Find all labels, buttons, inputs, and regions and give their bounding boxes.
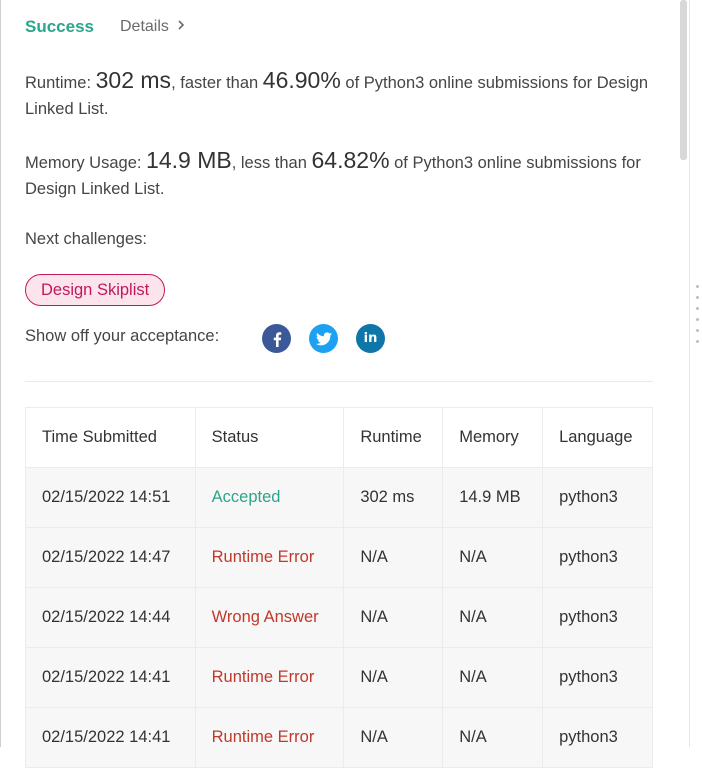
memory-cell: 14.9 MB [442,467,544,528]
memory-cell: N/A [442,647,544,708]
table-row: 02/15/2022 14:41 Runtime Error N/A N/A p… [25,647,653,708]
runtime-cell: N/A [343,527,444,588]
memory-mid-text: , less than [231,154,307,172]
time-cell: 02/15/2022 14:47 [25,527,196,588]
runtime-mid-text: , faster than [171,74,259,92]
runtime-label: Runtime: [25,74,92,92]
runtime-cell: N/A [343,647,444,708]
table-row: 02/15/2022 14:51 Accepted 302 ms 14.9 MB… [25,467,653,528]
details-link[interactable]: Details [120,18,185,36]
language-cell: python3 [542,587,653,648]
twitter-icon[interactable] [309,324,338,353]
language-cell: python3 [542,467,653,528]
success-status: Success [25,17,94,36]
table-header-row: Time Submitted Status Runtime Memory Lan… [25,407,653,468]
table-row: 02/15/2022 14:47 Runtime Error N/A N/A p… [25,527,653,588]
memory-value: 14.9 MB [146,147,232,173]
runtime-cell: N/A [343,587,444,648]
panel-left-edge [0,0,1,747]
linkedin-icon[interactable]: in [356,324,385,353]
chevron-right-icon [177,18,185,36]
column-header-time: Time Submitted [25,407,196,468]
status-link[interactable]: Runtime Error [194,707,345,768]
column-header-status: Status [194,407,345,468]
challenge-tag-design-skiplist[interactable]: Design Skiplist [25,274,166,306]
language-cell: python3 [542,707,653,768]
share-label: Show off your acceptance: [25,327,220,345]
runtime-cell: 302 ms [343,467,444,528]
section-divider [25,381,653,382]
language-cell: python3 [542,527,653,588]
details-label: Details [120,18,169,35]
time-cell: 02/15/2022 14:51 [25,467,196,528]
column-header-language: Language [542,407,653,468]
status-link[interactable]: Runtime Error [194,647,345,708]
memory-label: Memory Usage: [25,154,142,172]
memory-cell: N/A [442,587,544,648]
scrollbar-thumb[interactable] [680,0,687,160]
memory-percent: 64.82% [311,147,390,173]
next-challenges-label: Next challenges: [25,230,147,248]
memory-cell: N/A [442,527,544,588]
memory-stat: Memory Usage: 14.9 MB, less than 64.82% … [25,147,665,202]
memory-cell: N/A [442,707,544,768]
time-cell: 02/15/2022 14:41 [25,647,196,708]
panel-border [689,0,690,747]
status-link[interactable]: Wrong Answer [194,587,345,648]
time-cell: 02/15/2022 14:41 [25,707,196,768]
column-header-memory: Memory [442,407,544,468]
runtime-percent: 46.90% [262,67,341,93]
status-link[interactable]: Runtime Error [194,527,345,588]
facebook-icon[interactable] [262,324,291,353]
language-cell: python3 [542,647,653,708]
runtime-cell: N/A [343,707,444,768]
result-header: Success Details [25,17,185,37]
column-header-runtime: Runtime [343,407,444,468]
status-link[interactable]: Accepted [194,467,345,528]
submissions-table: Time Submitted Status Runtime Memory Lan… [25,407,653,768]
runtime-value: 302 ms [95,67,172,93]
table-row: 02/15/2022 14:44 Wrong Answer N/A N/A py… [25,587,653,648]
runtime-stat: Runtime: 302 ms, faster than 46.90% of P… [25,67,665,122]
time-cell: 02/15/2022 14:44 [25,587,196,648]
resize-handle[interactable] [696,285,700,343]
table-row: 02/15/2022 14:41 Runtime Error N/A N/A p… [25,707,653,768]
